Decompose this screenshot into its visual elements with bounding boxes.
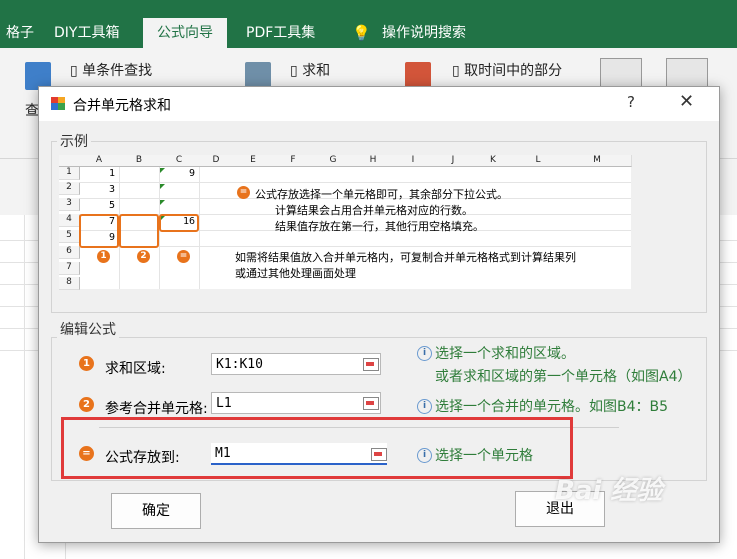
ribbon-tab-bar: 格子 DIY工具箱 公式向导 PDF工具集 💡 操作说明搜索 [0,18,737,48]
step-2-badge: 2 [79,397,94,412]
highlight-annotation [61,417,573,479]
highlight-c4 [159,214,199,232]
col-header: E [233,155,274,167]
highlight-b4-b5 [119,214,159,248]
formula-indicator [160,200,165,205]
dialog-title: 合并单元格求和 [73,98,171,114]
tab-tell-me-search[interactable]: 操作说明搜索 [372,18,476,48]
col-header: K [473,155,514,167]
formula-indicator [160,168,165,173]
tab-formula-wizard[interactable]: 公式向导 [143,18,227,48]
app-icon [51,97,65,110]
sum-range-hint-2: 或者求和区域的第一个单元格（如图A4） [435,369,692,385]
reference-merged-cell-input[interactable]: L1 [211,392,381,414]
time-part-button[interactable]: ▯ 取时间中的部分 [452,60,562,80]
col-header: A [79,155,120,167]
col-header: D [199,155,234,167]
example-image: A B C D E F G H I J K L M 1 2 3 4 5 6 7 … [59,155,632,290]
dialog-title-bar: 合并单元格求和 ? ✕ [39,87,719,121]
help-button[interactable]: ? [627,93,635,111]
row-header: 6 [59,246,80,259]
bookmark-icon: ▯ [452,63,460,79]
info-icon: i [417,399,432,414]
marker-1: 1 [97,250,110,263]
row-header: 7 [59,262,80,275]
grid-line [24,215,25,559]
row-header: 1 [59,167,80,180]
example-group-label: 示例 [57,131,91,151]
tab-pdf-tools[interactable]: PDF工具集 [236,18,325,48]
time-part-label: 取时间中的部分 [464,63,563,79]
row-header: 8 [59,277,80,290]
col-header: C [159,155,200,167]
grid-line [199,167,200,289]
col-header: G [313,155,354,167]
col-header: F [273,155,314,167]
grid-line [79,182,631,183]
single-condition-lookup-button[interactable]: ▯ 单条件查找 [70,60,152,80]
example-note: 或通过其他处理画面处理 [235,267,356,280]
marker-3: = [237,186,250,199]
col-header: B [119,155,160,167]
grid-line [79,246,631,247]
ok-button[interactable]: 确定 [111,493,201,529]
cell-a1: 1 [108,168,115,179]
title-bar [0,0,737,18]
sum-range-label: 求和区域: [105,361,166,377]
tab-grid[interactable]: 格子 [0,18,44,48]
col-header: H [353,155,394,167]
cell-a2: 3 [108,184,115,195]
col-header: J [433,155,474,167]
marker-3: = [177,250,190,263]
watermark: Bai 经验 [555,476,663,506]
row-header: 2 [59,182,80,195]
formula-indicator [160,184,165,189]
example-note: 公式存放选择一个单元格即可，其余部分下拉公式。 [255,188,508,201]
reference-merged-cell-label: 参考合并单元格: [105,401,208,417]
col-header: L [513,155,564,167]
example-note: 如需将结果值放入合并单元格内，可复制合并单元格格式到计算结果列 [235,251,576,264]
sum-label: 求和 [302,63,331,79]
range-picker-icon[interactable] [363,397,379,410]
bookmark-icon: ▯ [290,63,298,79]
marker-2: 2 [137,250,150,263]
highlight-a4-a5 [79,214,119,248]
single-condition-lookup-label: 单条件查找 [82,63,153,79]
sum-range-input[interactable]: K1:K10 [211,353,381,375]
ribbon-lookup-label[interactable]: 查 [25,100,39,120]
range-picker-icon[interactable] [363,358,379,371]
lightbulb-icon: 💡 [352,24,371,42]
reference-merged-cell-hint: 选择一个合并的单元格。如图B4：B5 [435,399,669,415]
example-note: 计算结果会占用合并单元格对应的行数。 [275,204,473,217]
cell-a3: 5 [108,200,115,211]
col-header: M [563,155,632,167]
close-button[interactable]: ✕ [679,91,694,112]
cell-c1: 9 [188,168,195,179]
col-header: I [393,155,434,167]
tab-diy-toolbox[interactable]: DIY工具箱 [44,18,129,48]
edit-formula-group-label: 编辑公式 [57,319,119,339]
step-1-badge: 1 [79,356,94,371]
corner-cell [59,155,80,167]
sum-button[interactable]: ▯ 求和 [290,60,330,80]
sum-range-hint: 选择一个求和的区域。 [435,346,575,362]
example-note: 结果值存放在第一行，其他行用空格填充。 [275,220,484,233]
bookmark-icon: ▯ [70,63,78,79]
row-header: 5 [59,230,80,243]
row-header: 4 [59,214,80,227]
info-icon: i [417,346,432,361]
row-header: 3 [59,198,80,211]
